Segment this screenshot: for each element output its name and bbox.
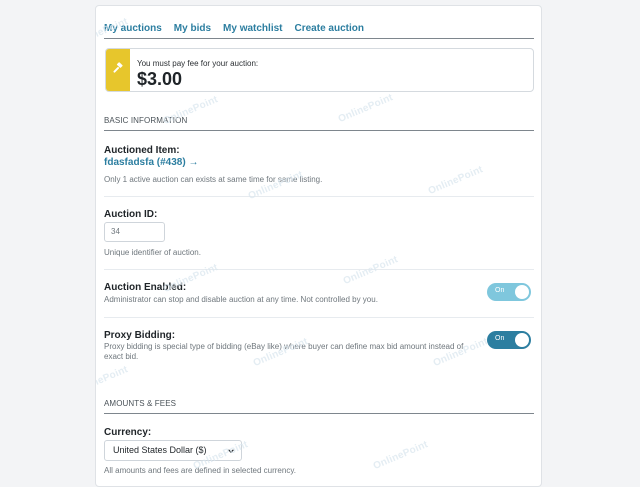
section-title-amounts: AMOUNTS & FEES: [104, 399, 177, 408]
auctioned-item-help: Only 1 active auction can exists at same…: [104, 175, 323, 184]
auction-enabled-toggle[interactable]: On: [487, 283, 531, 301]
fee-notice-text: You must pay fee for your auction:: [137, 59, 259, 68]
auction-enabled-toggle-text: On: [495, 287, 505, 294]
fee-amount: $3.00: [137, 69, 183, 89]
tab-create-auction[interactable]: Create auction: [295, 23, 364, 34]
section-divider-amounts: [104, 413, 534, 414]
gavel-icon: [113, 62, 123, 73]
auction-id-input[interactable]: 34: [104, 222, 165, 242]
auction-id-help: Unique identifier of auction.: [104, 248, 201, 257]
row-divider: [104, 196, 534, 197]
tab-my-bids[interactable]: My bids: [174, 23, 211, 34]
proxy-bidding-toggle-text: On: [495, 335, 505, 342]
currency-label: Currency:: [104, 427, 152, 438]
toggle-knob: [515, 333, 529, 347]
section-divider-basic: [104, 130, 534, 131]
currency-selected-value: United States Dollar ($): [113, 445, 207, 455]
row-divider: [104, 269, 534, 270]
currency-help: All amounts and fees are defined in sele…: [104, 466, 296, 475]
auctioned-item-link[interactable]: fdasfadsfa (#438) →: [104, 157, 198, 168]
tab-my-auctions[interactable]: My auctions: [104, 23, 162, 34]
auction-enabled-help: Administrator can stop and disable aucti…: [104, 295, 378, 304]
section-title-basic: BASIC INFORMATION: [104, 116, 188, 125]
proxy-bidding-toggle[interactable]: On: [487, 331, 531, 349]
auction-id-label: Auction ID:: [104, 209, 158, 220]
watermark-logo: OnlinePoint: [336, 92, 395, 125]
fee-notice: You must pay fee for your auction: $3.00: [105, 48, 534, 92]
proxy-bidding-help: Proxy bidding is special type of bidding…: [104, 342, 464, 361]
tabs: My auctions My bids My watchlist Create …: [104, 18, 534, 38]
chevron-down-icon: [228, 449, 234, 453]
proxy-bidding-label: Proxy Bidding:: [104, 330, 176, 341]
currency-select[interactable]: United States Dollar ($): [104, 440, 242, 461]
auctioned-item-label: Auctioned Item:: [104, 145, 180, 156]
auction-enabled-label: Auction Enabled:: [104, 282, 187, 293]
tab-my-watchlist[interactable]: My watchlist: [223, 23, 282, 34]
tabs-divider: [104, 38, 534, 39]
row-divider: [104, 317, 534, 318]
watermark-logo: OnlinePoint: [95, 364, 130, 397]
toggle-knob: [515, 285, 529, 299]
watermark-logo: OnlinePoint: [341, 254, 400, 287]
auction-form-card: My auctions My bids My watchlist Create …: [95, 5, 542, 487]
